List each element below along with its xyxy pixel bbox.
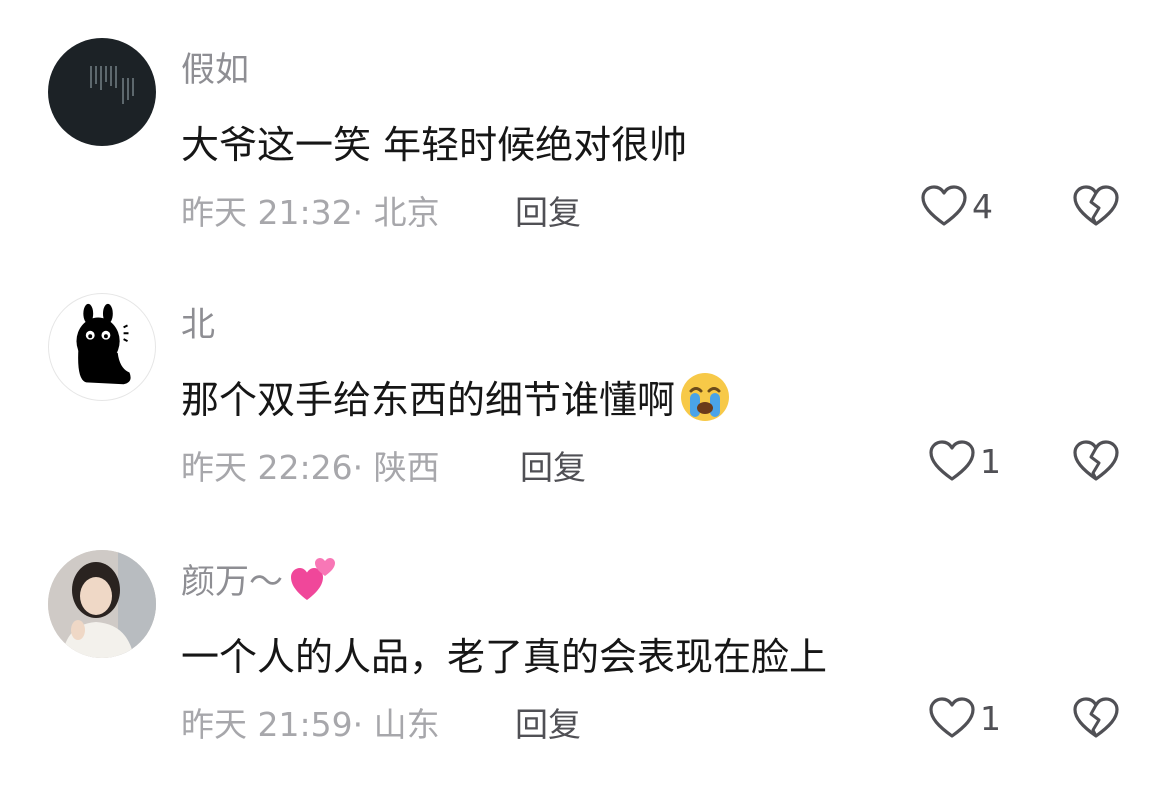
like-count: 4: [972, 186, 993, 226]
reply-button[interactable]: 回复: [515, 186, 581, 234]
username[interactable]: 颜万～: [181, 554, 337, 611]
two-hearts-emoji: [289, 556, 337, 611]
username[interactable]: 假如: [181, 42, 249, 91]
heart-outline-icon: [929, 440, 975, 481]
username[interactable]: 北: [181, 297, 215, 346]
avatar[interactable]: [48, 38, 156, 146]
comment-item: 假如 大爷这一笑 年轻时候绝对很帅 昨天 21:32· 北京 回复 4: [0, 38, 1170, 278]
heart-outline-icon: [921, 185, 967, 226]
comment-item: 北 那个双手给东西的细节谁懂啊 昨天 22:26· 陕西 回复 1: [0, 293, 1170, 533]
meta-separator: ·: [352, 705, 374, 744]
like-button[interactable]: 1: [928, 696, 1001, 740]
like-button[interactable]: 4: [920, 184, 993, 228]
like-count: 1: [980, 698, 1001, 738]
comment-meta: 昨天 21:32· 北京: [181, 186, 440, 234]
comment-meta: 昨天 22:26· 陕西: [181, 441, 440, 489]
timestamp: 昨天 21:32: [181, 193, 353, 232]
comment-text: 大爷这一笑 年轻时候绝对很帅: [181, 123, 688, 167]
comment-text: 那个双手给东西的细节谁懂啊: [181, 369, 731, 432]
comment-text: 一个人的人品，老了真的会表现在脸上: [181, 635, 828, 679]
comment-text-body: 那个双手给东西的细节谁懂啊: [181, 378, 676, 422]
broken-heart-icon[interactable]: [1072, 696, 1120, 740]
avatar[interactable]: [48, 550, 156, 658]
meta-separator: ·: [352, 193, 374, 232]
reply-button[interactable]: 回复: [515, 698, 581, 746]
loudly-crying-face-emoji: [679, 371, 731, 432]
reply-button[interactable]: 回复: [520, 441, 586, 489]
broken-heart-icon[interactable]: [1072, 184, 1120, 228]
timestamp: 昨天 21:59: [181, 705, 353, 744]
like-count: 1: [980, 441, 1001, 481]
heart-outline-icon: [929, 697, 975, 738]
broken-heart-icon[interactable]: [1072, 439, 1120, 483]
timestamp: 昨天 22:26: [181, 448, 353, 487]
username-text: 颜万～: [181, 562, 283, 602]
comment-meta: 昨天 21:59· 山东: [181, 698, 440, 746]
meta-separator: ·: [352, 448, 374, 487]
location: 山东: [373, 705, 440, 744]
comment-item: 颜万～ 一个人的人品，老了真的会表现在脸上 昨天 21:59· 山东 回复 1: [0, 550, 1170, 790]
like-button[interactable]: 1: [928, 439, 1001, 483]
location: 北京: [373, 193, 440, 232]
avatar[interactable]: [48, 293, 156, 401]
location: 陕西: [373, 448, 440, 487]
